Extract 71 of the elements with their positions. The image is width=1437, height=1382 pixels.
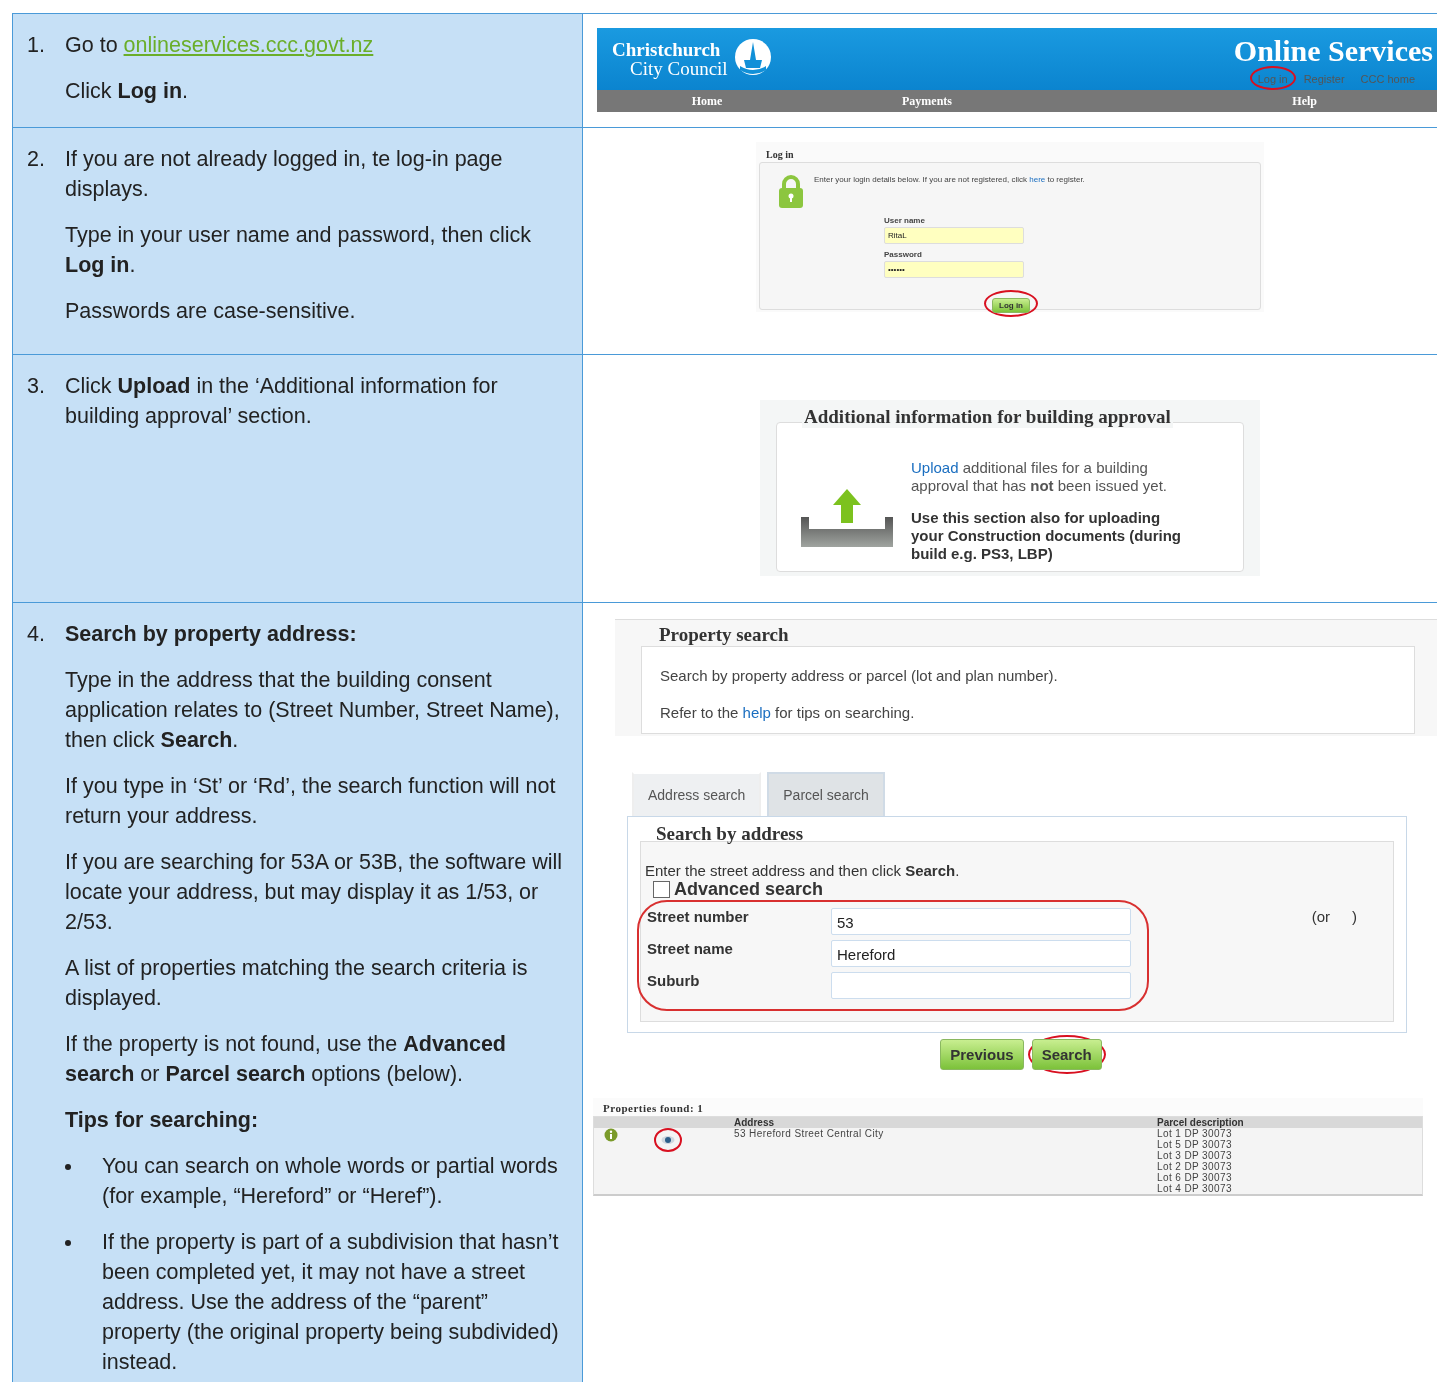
step-number: 4. (27, 621, 46, 648)
field-label: Password (884, 250, 923, 259)
upload-link[interactable]: Upload (911, 459, 959, 476)
bullet-text: If the property is part of a subdivision that hasn’t been completed yet, it may not have a street address. Use the address of the “parent” property (the original property being subdivided) instead. (102, 1229, 560, 1376)
checkbox-label: Advanced search (674, 879, 824, 900)
upload-description: Upload additional files for a building approval that has not been issued yet. (911, 459, 1168, 495)
upload-description: Use this section also for uploading your Construction documents (during build e.g. PS3, LBP) (911, 509, 1181, 563)
login-intro: Enter your login details below. If you are not registered, click here to register. (814, 175, 1086, 184)
aside-text: ) (1352, 908, 1357, 925)
form-button[interactable]: Search (1031, 1039, 1102, 1070)
step-number: 1. (27, 32, 46, 59)
padlock-icon (778, 175, 804, 209)
panel-legend: Properties found: 1 (603, 1102, 704, 1114)
aside-text: (or (1311, 908, 1330, 925)
nav-link[interactable]: Payments (902, 93, 952, 109)
instruction-text: Click Log in. (65, 78, 190, 105)
eye-icon[interactable] (661, 1135, 675, 1145)
instruction-text: Type in the address that the building consent application relates to (Street Number, Street Name), then click Search. (65, 667, 561, 754)
logo-text: Christchurch (612, 40, 722, 59)
instruction-text: Go to onlineservices.ccc.govt.nz (65, 32, 375, 59)
table-cell-text: Lot 1 DP 30073 (1157, 1128, 1232, 1139)
input-field[interactable]: RitaL (884, 227, 1024, 244)
field-label: Suburb (647, 972, 701, 989)
nav-link[interactable]: Help (1292, 93, 1317, 109)
info-text: Refer to the help for tips on searching. (660, 704, 916, 721)
column-header: Parcel description (1157, 1117, 1245, 1128)
table-cell-text: Lot 3 DP 30073 (1157, 1150, 1233, 1161)
inline-link[interactable]: here (1029, 175, 1046, 184)
info-icon[interactable] (604, 1128, 618, 1142)
input-field[interactable]: Hereford (831, 940, 1131, 967)
step-number: 3. (27, 373, 46, 400)
help-link[interactable]: help (742, 704, 771, 721)
instruction-text: Enter the street address and then click Search. (645, 862, 961, 879)
nav-link[interactable]: Home (691, 93, 723, 109)
checkbox[interactable] (653, 881, 670, 898)
instruction-text: Passwords are case-sensitive. (65, 298, 357, 325)
table-cell-text: Lot 4 DP 30073 (1157, 1183, 1233, 1194)
section-heading: Search by property address: (65, 621, 358, 648)
login-button[interactable]: Log in (992, 298, 1030, 313)
instruction-text: If you type in ‘St’ or ‘Rd’, the search function will not return your address. (65, 773, 557, 830)
form-button[interactable]: Previous (940, 1039, 1024, 1070)
field-label: Street name (647, 940, 734, 957)
panel-legend: Search by address (654, 823, 806, 845)
input-field[interactable] (831, 972, 1131, 999)
input-field[interactable]: •••••• (884, 261, 1024, 278)
instruction-text: Type in your user name and password, then click Log in. (65, 222, 533, 279)
bullet-text: You can search on whole words or partial words (for example, “Hereford” or “Heref”). (102, 1153, 559, 1210)
instruction-text: If the property is not found, use the Advanced search or Parcel search options (below). (65, 1031, 507, 1088)
search-tab[interactable]: Parcel search (767, 772, 885, 816)
upload-tray-icon[interactable] (801, 489, 893, 547)
instruction-text: A list of properties matching the search criteria is displayed. (65, 955, 529, 1012)
column-header: Address (734, 1117, 775, 1128)
instruction-text: Click Upload in the ‘Additional information for building approval’ section. (65, 373, 499, 430)
field-label: User name (884, 216, 926, 225)
table-cell-text: Lot 5 DP 30073 (1157, 1139, 1233, 1150)
field-label: Street number (647, 908, 750, 925)
panel-legend: Log in (766, 149, 794, 160)
logo-text: City Council (629, 59, 728, 78)
step-number: 2. (27, 146, 46, 173)
table-cell-text: 53 Hereford Street Central City (734, 1128, 885, 1141)
instruction-text: If you are searching for 53A or 53B, the software will locate your address, but may display it as 1/53, or 2/53. (65, 849, 564, 936)
site-title: Online Services (1233, 36, 1434, 66)
search-tab[interactable]: Address search (632, 772, 762, 816)
table-cell-text: Lot 6 DP 30073 (1157, 1172, 1233, 1183)
bullet-icon (65, 1240, 71, 1246)
table-cell-text: Lot 2 DP 30073 (1157, 1161, 1233, 1172)
instruction-text: If you are not already logged in, te log-in page displays. (65, 146, 504, 203)
info-text: Search by property address or parcel (lot and plan number). (660, 667, 1059, 684)
section-heading: Tips for searching: (65, 1107, 260, 1134)
input-field[interactable]: 53 (831, 908, 1131, 935)
bullet-icon (65, 1164, 71, 1170)
